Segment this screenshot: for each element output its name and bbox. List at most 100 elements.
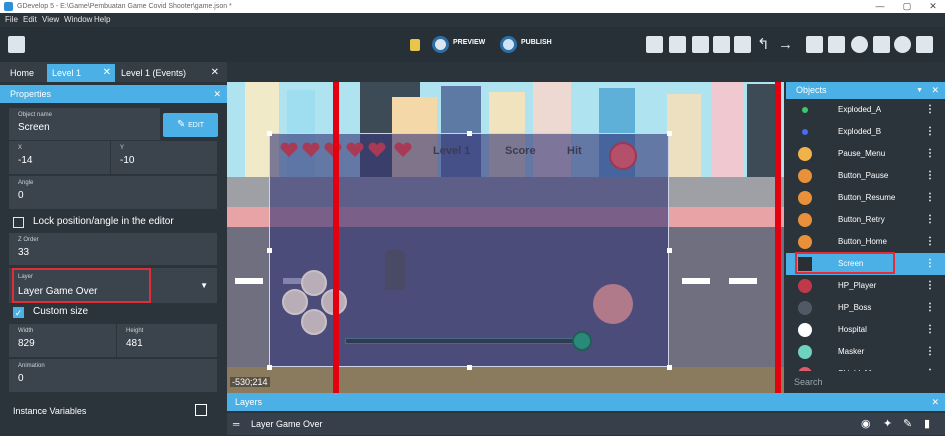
menu-view[interactable]: View xyxy=(42,13,59,27)
maximize-button[interactable]: ▢ xyxy=(900,0,914,13)
object-menu-icon[interactable]: ⋮ xyxy=(925,143,935,165)
menu-help[interactable]: Help xyxy=(94,13,110,27)
object-menu-icon[interactable]: ⋮ xyxy=(925,187,935,209)
object-search-input[interactable]: Search xyxy=(786,371,945,393)
instances-list-icon[interactable] xyxy=(713,36,730,53)
width-field[interactable]: Width 829 xyxy=(9,324,116,357)
edit-layer-icon[interactable]: ✎ xyxy=(903,413,912,435)
resize-handle[interactable] xyxy=(267,365,272,370)
tab-level-1[interactable]: Level 1 ✕ xyxy=(47,64,115,82)
redo-icon[interactable]: → xyxy=(778,36,795,53)
resize-handle[interactable] xyxy=(267,248,272,253)
lighting-icon[interactable]: ✦ xyxy=(883,413,892,435)
preview-icon[interactable] xyxy=(432,36,449,53)
resize-handle[interactable] xyxy=(267,131,272,136)
object-name: Exploded_B xyxy=(838,127,882,136)
close-objects-icon[interactable]: ✕ xyxy=(931,82,939,99)
object-item[interactable]: Button_Resume ⋮ xyxy=(786,187,945,209)
resize-handle[interactable] xyxy=(667,248,672,253)
close-properties-icon[interactable]: ✕ xyxy=(213,85,221,103)
minimize-button[interactable]: — xyxy=(873,0,887,13)
objects-menu-icon[interactable]: ▼ xyxy=(916,82,923,99)
window-mask-icon[interactable] xyxy=(806,36,823,53)
objects-panel-icon[interactable] xyxy=(646,36,663,53)
object-item[interactable]: Button_Retry ⋮ xyxy=(786,209,945,231)
menu-edit[interactable]: Edit xyxy=(23,13,37,27)
zoom-search-icon[interactable] xyxy=(894,36,911,53)
layer-row[interactable]: ═ Layer Game Over ◉ ✦ ✎ ▮ xyxy=(227,413,945,435)
publish-button[interactable]: PUBLISH xyxy=(521,39,552,46)
drag-handle-icon[interactable]: ═ xyxy=(233,413,239,435)
fire-button-icon xyxy=(593,284,633,324)
heart-icon xyxy=(280,142,298,157)
gdevelop-logo-icon xyxy=(4,2,13,11)
width-label: Width xyxy=(18,328,34,334)
debugger-icon[interactable] xyxy=(410,39,420,51)
resize-handle[interactable] xyxy=(667,131,672,136)
height-field[interactable]: Height 481 xyxy=(117,324,217,357)
zoom-icon[interactable] xyxy=(851,36,868,53)
object-menu-icon[interactable]: ⋮ xyxy=(925,231,935,253)
properties-icon[interactable] xyxy=(692,36,709,53)
project-manager-icon[interactable] xyxy=(8,36,25,53)
object-item[interactable]: HP_Player ⋮ xyxy=(786,275,945,297)
close-window-button[interactable]: ✕ xyxy=(926,0,940,13)
object-menu-icon[interactable]: ⋮ xyxy=(925,341,935,363)
x-field[interactable]: X -14 xyxy=(9,141,110,174)
hud-hit-text: Hit xyxy=(567,145,582,157)
fullscreen-icon[interactable] xyxy=(916,36,933,53)
delete-layer-icon[interactable]: ▮ xyxy=(924,413,930,435)
y-field[interactable]: Y -10 xyxy=(111,141,217,174)
object-item[interactable]: Button_Pause ⋮ xyxy=(786,165,945,187)
object-item[interactable]: Pause_Menu ⋮ xyxy=(786,143,945,165)
menu-window[interactable]: Window xyxy=(64,13,92,27)
scene-properties-icon[interactable] xyxy=(873,36,890,53)
hud-score-text: Score xyxy=(505,145,536,157)
slider-knob xyxy=(572,331,592,351)
object-item[interactable]: Exploded_B ⋮ xyxy=(786,121,945,143)
object-menu-icon[interactable]: ⋮ xyxy=(925,319,935,341)
object-menu-icon[interactable]: ⋮ xyxy=(925,121,935,143)
object-item[interactable]: HP_Boss ⋮ xyxy=(786,297,945,319)
grid-icon[interactable] xyxy=(828,36,845,53)
resize-handle[interactable] xyxy=(467,365,472,370)
animation-field[interactable]: Animation 0 xyxy=(9,359,217,392)
object-name: HP_Player xyxy=(838,281,877,290)
heart-icon xyxy=(346,142,364,157)
edit-object-button[interactable]: ✎ EDIT xyxy=(163,113,218,137)
custom-size-checkbox[interactable]: ✓ xyxy=(13,307,24,318)
close-tab-icon[interactable]: ✕ xyxy=(211,64,219,82)
object-item[interactable]: Hospital ⋮ xyxy=(786,319,945,341)
object-name-field[interactable]: Object name Screen xyxy=(9,108,160,140)
object-groups-icon[interactable] xyxy=(669,36,686,53)
object-menu-icon[interactable]: ⋮ xyxy=(925,209,935,231)
object-menu-icon[interactable]: ⋮ xyxy=(925,99,935,121)
angle-field[interactable]: Angle 0 xyxy=(9,176,217,209)
object-menu-icon[interactable]: ⋮ xyxy=(925,275,935,297)
z-order-field[interactable]: Z Order 33 xyxy=(9,233,217,265)
game-over-screen[interactable] xyxy=(269,133,669,367)
edit-instance-variables-icon[interactable] xyxy=(195,404,207,416)
tab-home[interactable]: Home xyxy=(5,64,46,82)
object-item[interactable]: Masker ⋮ xyxy=(786,341,945,363)
publish-icon[interactable] xyxy=(500,36,517,53)
close-tab-icon[interactable]: ✕ xyxy=(103,64,111,82)
dropdown-arrow-icon: ▼ xyxy=(200,281,208,290)
tab-level-1-events[interactable]: Level 1 (Events) ✕ xyxy=(116,64,223,82)
object-menu-icon[interactable]: ⋮ xyxy=(925,297,935,319)
lock-position-checkbox[interactable] xyxy=(13,217,24,228)
object-menu-icon[interactable]: ⋮ xyxy=(925,165,935,187)
object-item[interactable]: Exploded_A ⋮ xyxy=(786,99,945,121)
scene-canvas[interactable]: Level 1 Score Hit xyxy=(227,82,784,393)
visibility-eye-icon[interactable]: ◉ xyxy=(861,413,871,435)
layers-header: Layers ✕ xyxy=(227,393,945,411)
resize-handle[interactable] xyxy=(667,365,672,370)
close-layers-icon[interactable]: ✕ xyxy=(931,393,939,411)
object-menu-icon[interactable]: ⋮ xyxy=(925,253,935,275)
object-item[interactable]: Button_Home ⋮ xyxy=(786,231,945,253)
preview-button[interactable]: PREVIEW xyxy=(453,39,485,46)
menu-file[interactable]: File xyxy=(5,13,18,27)
undo-icon[interactable]: ↰ xyxy=(757,36,774,53)
layers-icon[interactable] xyxy=(734,36,751,53)
resize-handle[interactable] xyxy=(467,131,472,136)
